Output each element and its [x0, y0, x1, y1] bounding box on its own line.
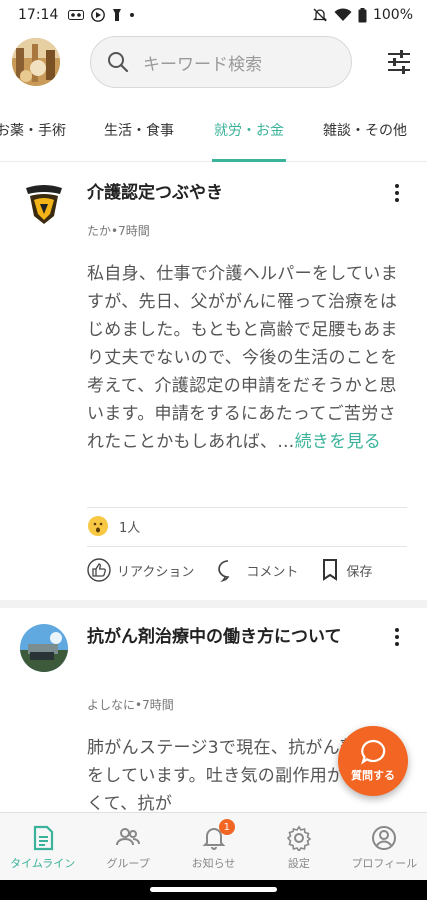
wifi-icon	[334, 8, 352, 21]
search-bar[interactable]: キーワード検索	[90, 36, 352, 88]
bottom-navigation: タイムライン グループ 1 お知らせ 設定 プロフィール	[0, 812, 427, 880]
notification-badge: 1	[218, 819, 235, 835]
post-card[interactable]: 介護認定つぶやき たか•7時間 私自身、仕事で介護ヘルパーをしていますが、先日、…	[0, 162, 427, 596]
tab-life[interactable]: 生活・食事	[104, 120, 174, 140]
post-author-avatar[interactable]	[20, 624, 68, 672]
mute-icon	[312, 8, 328, 22]
nav-settings[interactable]: 設定	[256, 813, 341, 880]
media-icon	[91, 8, 106, 22]
post-title[interactable]: 抗がん剤治療中の働き方について	[87, 622, 377, 652]
reaction-label: リアクション	[117, 564, 195, 580]
more-options-icon[interactable]	[393, 184, 401, 206]
tab-chat[interactable]: 雑談・その他	[323, 120, 407, 140]
reaction-count: 1人	[119, 520, 141, 536]
comment-label: コメント	[246, 564, 299, 580]
battery-icon	[358, 7, 367, 22]
post-meta: たか•7時間	[87, 224, 150, 238]
nav-timeline[interactable]: タイムライン	[0, 813, 85, 880]
tab-medicine[interactable]: お薬・手術	[0, 120, 66, 140]
divider	[87, 507, 407, 508]
post-body-text: 私自身、仕事で介護ヘルパーをしていますが、先日、父ががんに罹って治療をはじめまし…	[87, 264, 398, 452]
nav-label: タイムライン	[10, 857, 76, 870]
battery-level: 100%	[372, 7, 413, 23]
comment-button[interactable]: コメント	[216, 558, 298, 582]
save-button[interactable]: 保存	[320, 558, 372, 582]
profile-icon	[372, 826, 397, 850]
timeline-icon	[33, 825, 53, 851]
nav-label: 設定	[287, 857, 310, 870]
tab-work[interactable]: 就労・お金	[214, 120, 284, 140]
nav-label: プロフィール	[351, 857, 418, 870]
speech-bubble-icon	[361, 739, 386, 765]
comment-icon	[218, 560, 230, 582]
search-icon	[108, 52, 129, 73]
category-tabs: お薬・手術 生活・食事 就労・お金 雑談・その他	[0, 112, 427, 162]
post-body: 私自身、仕事で介護ヘルパーをしていますが、先日、父ががんに罹って治療をはじめまし…	[87, 260, 403, 456]
system-gesture-bar	[0, 880, 427, 900]
post-title[interactable]: 介護認定つぶやき	[87, 178, 377, 208]
flashlight-icon	[113, 9, 122, 21]
nav-profile[interactable]: プロフィール	[342, 813, 427, 880]
ask-question-label: 質問する	[351, 769, 395, 782]
search-placeholder: キーワード検索	[143, 54, 262, 75]
nav-group[interactable]: グループ	[85, 813, 170, 880]
voicemail-icon	[68, 10, 85, 20]
post-meta: よしなに•7時間	[87, 698, 174, 712]
read-more-link[interactable]: 続きを見る	[295, 432, 382, 452]
post-author-avatar[interactable]	[20, 180, 68, 228]
post-separator	[0, 600, 427, 608]
more-options-icon[interactable]	[393, 628, 401, 650]
divider	[87, 546, 407, 547]
status-bar: 17:14 100%	[0, 0, 427, 30]
status-time: 17:14	[18, 7, 59, 23]
save-label: 保存	[346, 564, 373, 580]
group-icon	[116, 828, 141, 846]
nav-label: お知らせ	[191, 857, 236, 870]
ask-question-button[interactable]: 質問する	[338, 726, 408, 796]
reaction-summary[interactable]: 1人	[87, 515, 140, 537]
user-avatar[interactable]	[12, 38, 60, 86]
gear-icon	[286, 825, 312, 851]
bookmark-icon	[323, 559, 338, 581]
dot-icon	[130, 13, 135, 17]
nav-label: グループ	[106, 857, 150, 870]
app-header: キーワード検索	[0, 30, 427, 96]
post-actions: リアクション コメント 保存	[87, 558, 407, 582]
home-indicator[interactable]	[150, 887, 277, 892]
reaction-button[interactable]: リアクション	[87, 558, 194, 582]
nav-notifications[interactable]: 1 お知らせ	[171, 813, 256, 880]
thumbs-up-icon	[87, 558, 111, 582]
surprised-face-icon	[88, 516, 108, 536]
filter-icon[interactable]	[385, 48, 413, 76]
